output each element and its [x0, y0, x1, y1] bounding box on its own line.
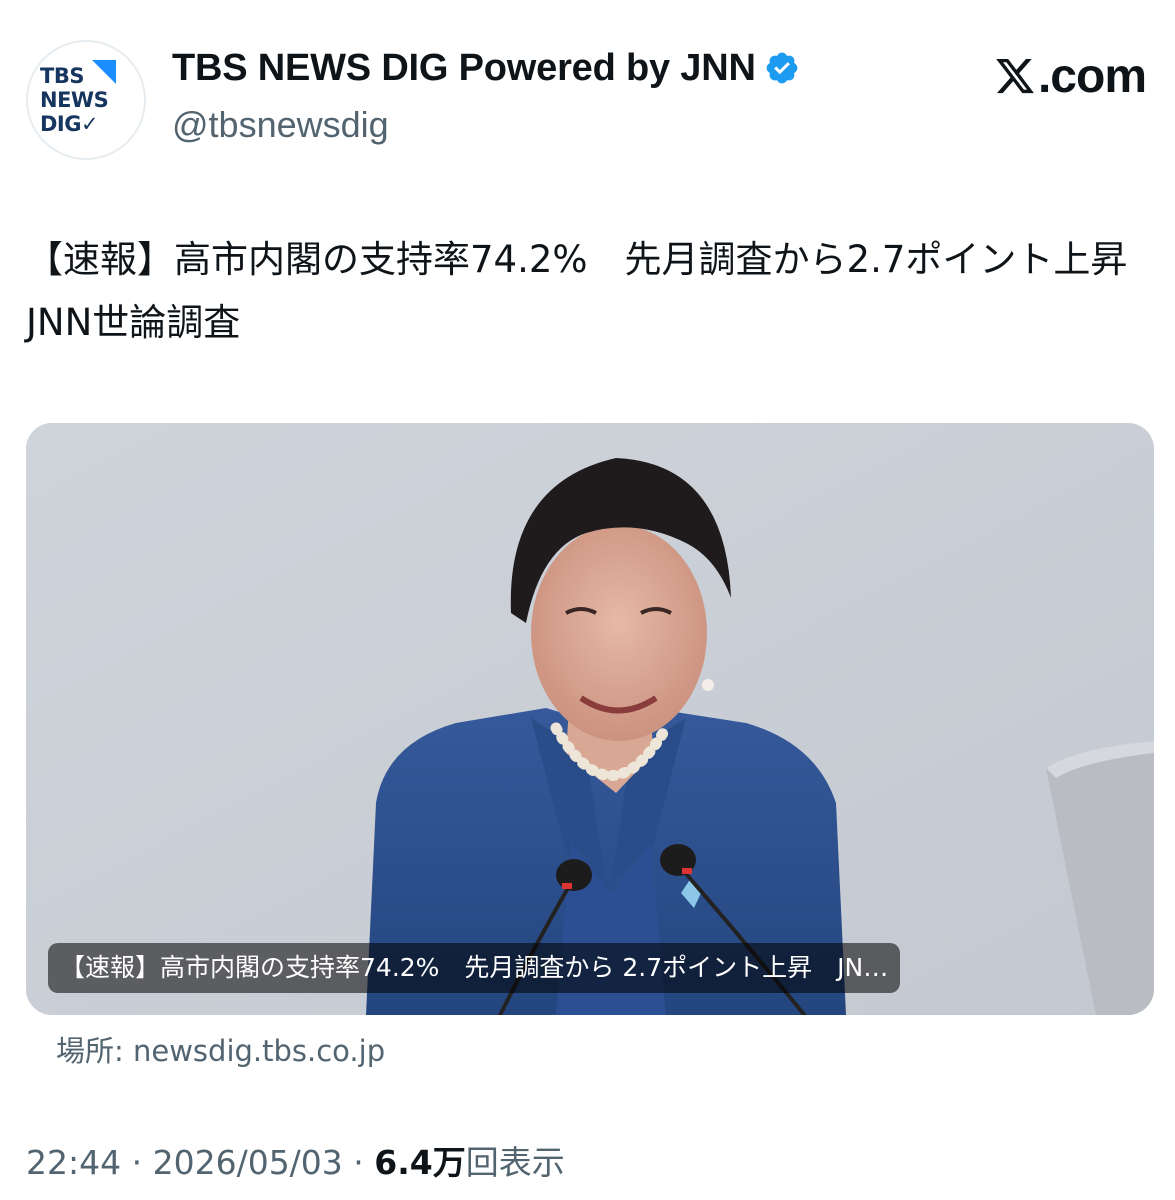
tweet-time[interactable]: 22:44 — [26, 1143, 121, 1182]
tbs-news-dig-logo: TBS NEWS DIG✓ — [40, 60, 124, 140]
tweet-text: 【速報】高市内閣の支持率74.2% 先月調査から2.7ポイント上昇 JNN世論調… — [26, 238, 1165, 344]
logo-line-2: NEWS — [40, 88, 109, 112]
link-card[interactable]: 【速報】高市内閣の支持率74.2% 先月調査から 2.7ポイント上昇 JN… — [26, 423, 1154, 1015]
verified-badge-icon — [766, 52, 798, 84]
x-logo-icon — [996, 58, 1034, 94]
card-title-overlay: 【速報】高市内閣の支持率74.2% 先月調査から 2.7ポイント上昇 JN… — [48, 943, 901, 993]
tweet-date[interactable]: 2026/05/03 — [153, 1143, 343, 1182]
account-handle[interactable]: @tbsnewsdig — [172, 104, 389, 146]
meta-separator: · — [342, 1143, 375, 1182]
news-photo — [26, 423, 1154, 1015]
tweet-header: TBS NEWS DIG✓ TBS NEWS DIG Powered by JN… — [26, 40, 1147, 160]
views-count: 6.4万 — [374, 1143, 466, 1182]
account-avatar[interactable]: TBS NEWS DIG✓ — [26, 40, 146, 160]
tweet-meta: 22:44 · 2026/05/03 · 6.4万回表示 — [26, 1136, 565, 1184]
logo-line-3: DIG✓ — [40, 112, 99, 136]
meta-separator: · — [121, 1143, 153, 1182]
views-label: 回表示 — [465, 1143, 565, 1182]
display-name-row: TBS NEWS DIG Powered by JNN — [172, 46, 800, 90]
display-name[interactable]: TBS NEWS DIG Powered by JNN — [172, 47, 756, 90]
logo-corner-icon — [92, 60, 116, 84]
x-com-text: .com — [1037, 49, 1147, 103]
link-source[interactable]: 場所: newsdig.tbs.co.jp — [56, 1028, 385, 1070]
x-com-brand[interactable]: .com — [994, 48, 1147, 104]
